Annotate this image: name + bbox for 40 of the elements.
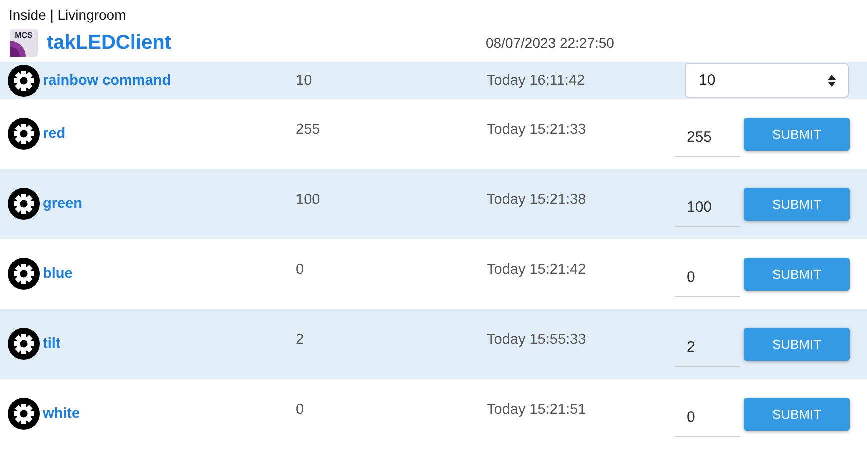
time-cell-text: Today 15:21:38	[487, 192, 588, 208]
value-cell-text: 100	[296, 192, 322, 208]
item-link[interactable]: rainbow command	[43, 72, 172, 88]
item-link[interactable]: blue	[43, 266, 73, 282]
item-link[interactable]: tilt	[43, 336, 61, 352]
gear-icon[interactable]	[8, 258, 40, 290]
submit-button[interactable]: SUBMIT	[744, 328, 850, 360]
value-cell-text: 2	[296, 332, 306, 348]
submit-button[interactable]: SUBMIT	[744, 188, 850, 220]
time-cell-text: Today 15:21:33	[487, 122, 588, 138]
input-field[interactable]: 0	[675, 259, 740, 297]
gear-icon[interactable]	[8, 188, 40, 220]
app-title: takLEDClient	[47, 32, 172, 54]
updown-icon	[828, 74, 836, 86]
submit-button[interactable]: SUBMIT	[744, 118, 850, 150]
input-field[interactable]: 0	[675, 399, 740, 437]
time-cell-text: Today 15:55:33	[487, 332, 588, 348]
app-logo-icon: MCS	[10, 29, 38, 57]
item-link[interactable]: red	[43, 126, 66, 142]
time-cell-text: Today 16:11:42	[487, 72, 586, 88]
item-link[interactable]: white	[43, 406, 80, 422]
value-cell-text: 0	[296, 262, 306, 278]
time-cell-text: Today 15:21:51	[487, 402, 588, 418]
input-field[interactable]: 255	[675, 119, 740, 157]
gear-icon[interactable]	[8, 328, 40, 360]
location-label: Inside | Livingroom	[8, 6, 128, 24]
timestamp: 08/07/2023 22:27:50	[486, 35, 614, 51]
time-cell-text: Today 15:21:42	[487, 262, 588, 278]
input-field[interactable]: 100	[675, 189, 740, 227]
value-cell-text: 255	[296, 122, 322, 138]
submit-button[interactable]: SUBMIT	[744, 398, 850, 430]
select-dropdown[interactable]: 10	[685, 63, 849, 98]
input-field[interactable]: 2	[675, 329, 740, 367]
item-link[interactable]: green	[43, 196, 82, 212]
value-cell-text: 10	[296, 72, 314, 88]
value-cell-text: 0	[296, 402, 306, 418]
gear-icon[interactable]	[8, 118, 40, 150]
submit-button[interactable]: SUBMIT	[744, 258, 850, 290]
gear-icon[interactable]	[8, 398, 40, 430]
gear-icon[interactable]	[8, 64, 40, 96]
